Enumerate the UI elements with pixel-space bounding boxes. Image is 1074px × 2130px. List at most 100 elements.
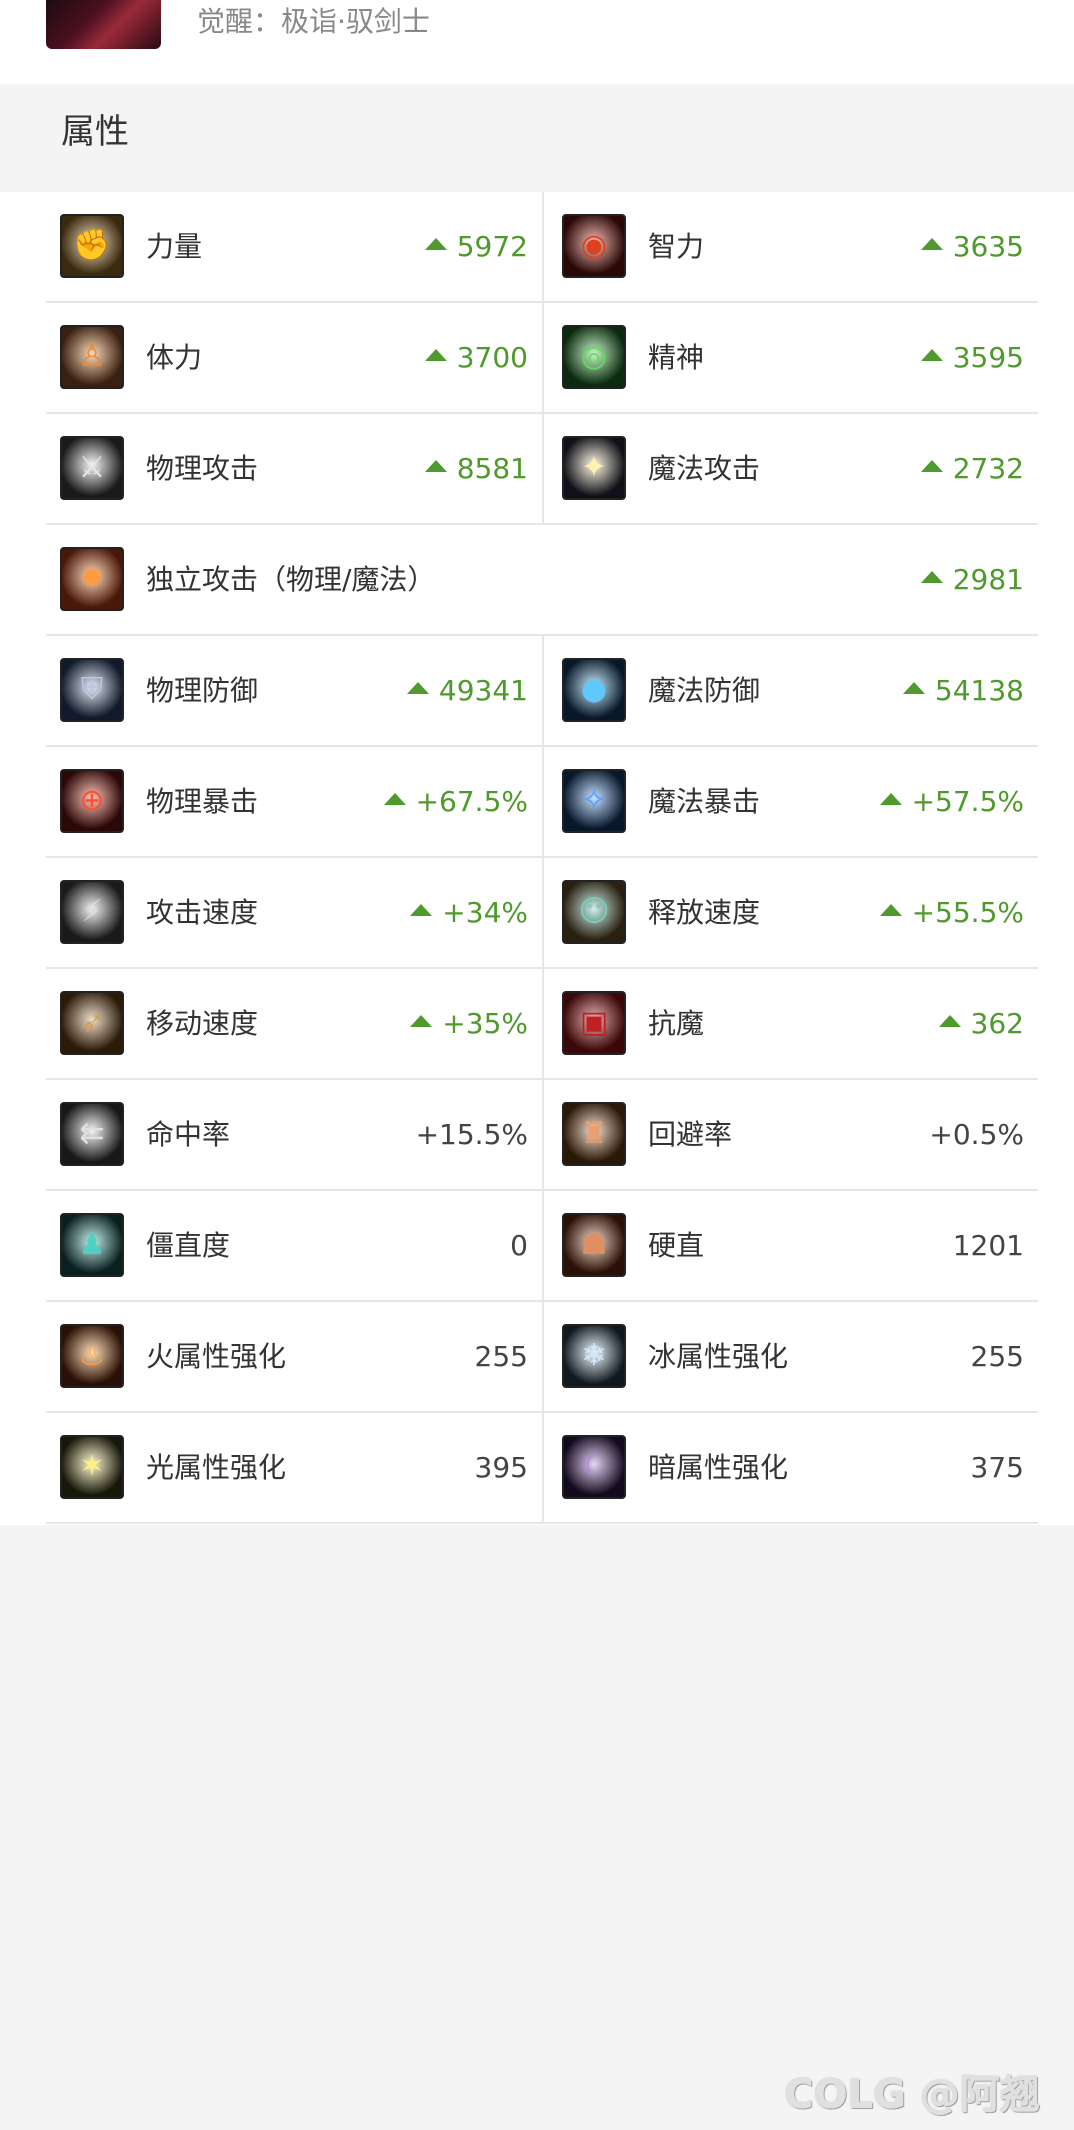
stat-value-text: +0.5% — [929, 1118, 1024, 1151]
increase-arrow-icon — [902, 682, 925, 694]
stat-value: 2732 — [920, 447, 1024, 491]
stat-value-text: +67.5% — [415, 785, 528, 818]
stat-value: 3595 — [920, 336, 1024, 380]
stat-label: 独立攻击（物理/魔法） — [146, 563, 436, 596]
crosshair-icon: ⊕ — [60, 769, 124, 833]
body-icon: ♙ — [60, 325, 124, 389]
stat-value: +67.5% — [383, 780, 528, 824]
caster-icon: ☺ — [562, 880, 626, 944]
dodge-icon: ♜ — [562, 1102, 626, 1166]
stat-value: +0.5% — [929, 1113, 1024, 1157]
stat-value-text: 8581 — [456, 452, 528, 485]
stat-value-text: 2732 — [952, 452, 1024, 485]
stat-value-text: 1201 — [952, 1229, 1024, 1262]
stat-label: 魔法暴击 — [648, 785, 761, 818]
stat-row: ⛨ 物理防御 49341 ● 魔法防御 54138 — [46, 636, 1038, 747]
stat-label: 命中率 — [146, 1118, 231, 1151]
stat-value-text: 255 — [970, 1340, 1024, 1373]
stat-value: +34% — [410, 891, 528, 935]
stat-value-text: 375 — [970, 1451, 1024, 1484]
stat-cell-left: ♟ 僵直度 0 — [46, 1191, 542, 1302]
increase-arrow-icon — [424, 349, 447, 361]
stat-row: ⚔ 物理攻击 8581 ✦ 魔法攻击 2732 — [46, 414, 1038, 525]
increase-arrow-icon — [920, 460, 943, 472]
stat-cell-left: ⚡ 攻击速度 +34% — [46, 858, 542, 969]
stat-row: ⇇ 命中率 +15.5% ♜ 回避率 +0.5% — [46, 1080, 1038, 1191]
increase-arrow-icon — [410, 904, 433, 916]
stat-cell-right: ✦ 魔法攻击 2732 — [542, 414, 1038, 525]
stat-value-text: 49341 — [438, 674, 528, 707]
stat-value-text: 5972 — [456, 230, 528, 263]
stat-value: +55.5% — [879, 891, 1024, 935]
stat-value-text: 255 — [474, 1340, 528, 1373]
increase-arrow-icon — [383, 793, 406, 805]
stat-cell-left: ♙ 体力 3700 — [46, 303, 542, 414]
increase-arrow-icon — [938, 1015, 961, 1027]
light-icon: ✶ — [60, 1435, 124, 1499]
stat-label: 光属性强化 — [146, 1451, 287, 1484]
fire-icon: ♨ — [60, 1324, 124, 1388]
stat-cell-right: ◉ 智力 3635 — [542, 192, 1038, 303]
stat-cell-right: ✧ 魔法暴击 +57.5% — [542, 747, 1038, 858]
stat-cell-right: ● 魔法防御 54138 — [542, 636, 1038, 747]
stat-row: ♙ 体力 3700 ◎ 精神 3595 — [46, 303, 1038, 414]
stat-label: 物理攻击 — [146, 452, 259, 485]
stat-cell-right: ❄ 冰属性强化 255 — [542, 1302, 1038, 1413]
stat-value: 54138 — [902, 669, 1024, 713]
stat-label: 回避率 — [648, 1118, 733, 1151]
stat-value: 255 — [971, 1335, 1024, 1379]
character-card: 觉醒：极诣·驭剑士 — [0, 0, 1074, 84]
stat-label: 物理防御 — [146, 674, 259, 707]
stat-value-text: 3595 — [952, 341, 1024, 374]
stat-row: ✊ 力量 5972 ◉ 智力 3635 — [46, 192, 1038, 303]
stat-cell-left: ✶ 光属性强化 395 — [46, 1413, 542, 1524]
stat-row: ♨ 火属性强化 255 ❄ 冰属性强化 255 — [46, 1302, 1038, 1413]
stat-label: 硬直 — [648, 1229, 705, 1262]
stat-label: 精神 — [648, 341, 705, 374]
stat-value: 375 — [971, 1446, 1024, 1490]
stat-row: ✹ 独立攻击（物理/魔法） 2981 — [46, 525, 1038, 636]
stat-cell-left: ⚔ 物理攻击 8581 — [46, 414, 542, 525]
ice-icon: ❄ — [562, 1324, 626, 1388]
stat-label: 抗魔 — [648, 1007, 705, 1040]
stat-row: ⚡ 攻击速度 +34% ☺ 释放速度 +55.5% — [46, 858, 1038, 969]
stat-value-text: 3635 — [952, 230, 1024, 263]
stat-label: 物理暴击 — [146, 785, 259, 818]
stat-value: 3635 — [920, 225, 1024, 269]
stat-value-text: 362 — [970, 1007, 1024, 1040]
character-avatar — [46, 0, 161, 49]
muscle-icon: ☗ — [562, 1213, 626, 1277]
stat-value: 255 — [475, 1335, 528, 1379]
stat-label: 体力 — [146, 341, 203, 374]
stat-value: +15.5% — [416, 1113, 528, 1157]
stat-value: 5972 — [424, 225, 528, 269]
stat-cell-right: ☗ 硬直 1201 — [542, 1191, 1038, 1302]
stat-label: 移动速度 — [146, 1007, 259, 1040]
dark-icon: ☾ — [562, 1435, 626, 1499]
stat-cell-right: ♜ 回避率 +0.5% — [542, 1080, 1038, 1191]
boot-icon: ➶ — [60, 991, 124, 1055]
stat-label: 魔法防御 — [648, 674, 761, 707]
stat-value-text: +35% — [442, 1007, 528, 1040]
stat-label: 冰属性强化 — [648, 1340, 789, 1373]
increase-arrow-icon — [424, 238, 447, 250]
stat-label: 智力 — [648, 230, 705, 263]
stat-value: 3700 — [424, 336, 528, 380]
fist-icon: ✊ — [60, 214, 124, 278]
stat-row: ⊕ 物理暴击 +67.5% ✧ 魔法暴击 +57.5% — [46, 747, 1038, 858]
stat-value: 395 — [475, 1446, 528, 1490]
stat-cell-left: ➶ 移动速度 +35% — [46, 969, 542, 1080]
helmet-icon: ▣ — [562, 991, 626, 1055]
stat-label: 攻击速度 — [146, 896, 259, 929]
stat-value-text: 0 — [510, 1229, 528, 1262]
stat-cell-right: ☺ 释放速度 +55.5% — [542, 858, 1038, 969]
section-title: 属性 — [61, 112, 129, 152]
attributes-panel: ✊ 力量 5972 ◉ 智力 3635 ♙ 体力 3700 ◎ 精神 3595 ⚔ 物理攻击 8581 ✦ 魔法… — [0, 192, 1074, 1525]
stat-value-text: 2981 — [952, 563, 1024, 596]
stat-cell-right: ▣ 抗魔 362 — [542, 969, 1038, 1080]
stat-value: 0 — [510, 1224, 528, 1268]
stat-value-text: +34% — [442, 896, 528, 929]
target-arrow-icon: ⇇ — [60, 1102, 124, 1166]
watermark: COLG @阿翘 — [784, 2072, 1040, 2118]
stat-value-text: +55.5% — [911, 896, 1024, 929]
